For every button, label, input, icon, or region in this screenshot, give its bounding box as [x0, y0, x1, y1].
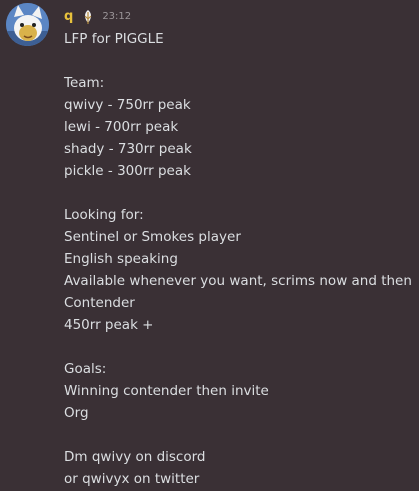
message-line: pickle - 300rr peak — [64, 163, 191, 179]
message-content: LFP for PIGGLE Team: qwivy - 750rr peak … — [64, 28, 414, 490]
message-line: Contender — [64, 295, 135, 311]
message-line: 450rr peak + — [64, 317, 154, 333]
message-line: Winning contender then invite — [64, 383, 269, 399]
message-line: lewi - 700rr peak — [64, 119, 179, 135]
message-line — [64, 50, 414, 72]
message-line: shady - 730rr peak — [64, 141, 192, 157]
message-line: LFP for PIGGLE — [64, 31, 164, 47]
chat-message: q 23:12 LFP for PIGGLE Team: qwivy - 750… — [0, 0, 419, 491]
message-line: Available whenever you want, scrims now … — [64, 273, 412, 289]
message-line — [64, 182, 414, 204]
message-line: Team: — [64, 75, 105, 91]
message-line — [64, 336, 414, 358]
message-line: Org — [64, 405, 89, 421]
message-line: qwivy - 750rr peak — [64, 97, 191, 113]
message-header: q 23:12 — [64, 7, 131, 27]
user-avatar[interactable] — [6, 3, 49, 46]
message-line: Sentinel or Smokes player — [64, 229, 241, 245]
message-line — [64, 424, 414, 446]
leaf-badge-icon[interactable] — [81, 9, 95, 25]
message-line: Looking for: — [64, 207, 144, 223]
message-line: Dm qwivy on discord — [64, 449, 206, 465]
message-line: Goals: — [64, 361, 107, 377]
cat-avatar-icon — [6, 3, 49, 46]
message-timestamp: 23:12 — [102, 11, 132, 22]
message-line: English speaking — [64, 251, 178, 267]
message-line: or qwivyx on twitter — [64, 471, 200, 487]
username[interactable]: q — [64, 7, 73, 27]
